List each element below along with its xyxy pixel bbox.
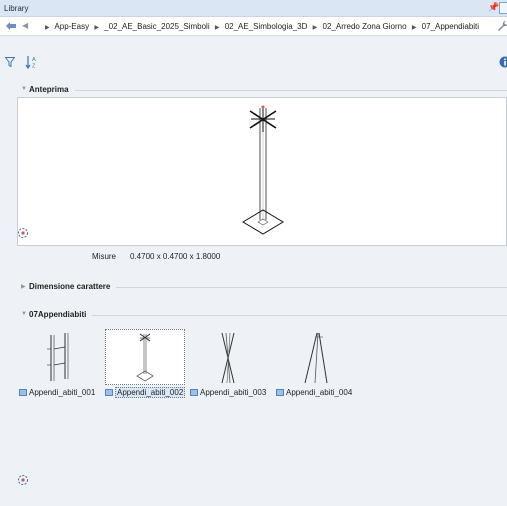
- chevron-right-icon: ▶: [411, 25, 417, 31]
- section-size-label: Dimensione carattere: [29, 282, 117, 291]
- back-arrow-icon[interactable]: [5, 21, 17, 31]
- item-thumbnail-3[interactable]: [190, 329, 270, 385]
- expand-arrow-icon[interactable]: ▶: [21, 283, 26, 290]
- item-thumbnail-2[interactable]: [105, 329, 185, 385]
- section-divider: [29, 90, 507, 91]
- window-title: Library: [4, 4, 29, 13]
- part-icon: [190, 389, 198, 396]
- tripod-stand-preview: [304, 332, 328, 384]
- svg-text:Z: Z: [32, 64, 36, 70]
- svg-text:A: A: [32, 57, 36, 63]
- item-name: Appendi_abiti_004: [286, 388, 353, 397]
- section-preview-label: Anteprima: [29, 85, 75, 94]
- item-thumbnail-1[interactable]: [19, 329, 99, 385]
- sort-az-icon[interactable]: A Z: [25, 55, 39, 69]
- item-label-2[interactable]: Appendi_abiti_002: [105, 387, 186, 400]
- crumb-1[interactable]: _02_AE_Basic_2025_Simboli: [104, 22, 209, 31]
- crumb-3[interactable]: 02_Arredo Zona Giorno: [323, 22, 407, 31]
- chevron-right-icon: ▶: [45, 25, 50, 31]
- tripod-stand-preview: [221, 332, 235, 384]
- item-label-4[interactable]: Appendi_abiti_004: [276, 388, 352, 400]
- item-label-1[interactable]: Appendi_abiti_001: [19, 388, 95, 400]
- filter-icon[interactable]: [5, 57, 15, 67]
- wrench-icon[interactable]: [497, 20, 507, 32]
- pin-icon[interactable]: 📌: [488, 2, 499, 13]
- item-thumbnail-4[interactable]: [279, 329, 359, 385]
- collapse-arrow-icon[interactable]: ▼: [21, 311, 27, 317]
- part-icon: [105, 389, 113, 396]
- item-name: Appendi_abiti_001: [29, 388, 96, 397]
- section-preview[interactable]: ▼ Anteprima: [0, 84, 507, 96]
- library-toolbar: A Z: [0, 54, 507, 71]
- chevron-right-icon: ▶: [214, 25, 220, 31]
- measure-label: Misure: [92, 252, 117, 261]
- part-icon: [276, 389, 284, 396]
- chevron-right-icon: ▶: [312, 25, 318, 31]
- section-size[interactable]: ▶ Dimensione carattere: [0, 281, 507, 293]
- measure-value: 0.4700 x 0.4700 x 1.8000: [130, 252, 221, 261]
- wall-rack-preview: [47, 333, 69, 381]
- close-button[interactable]: [499, 2, 507, 14]
- breadcrumb: ▶ App-Easy ▶ _02_AE_Basic_2025_Simboli ▶…: [42, 22, 479, 31]
- coat-stand-thumb: [136, 333, 154, 382]
- navigator-icon[interactable]: [17, 227, 29, 239]
- item-label-3[interactable]: Appendi_abiti_003: [190, 388, 266, 400]
- collapse-arrow-icon[interactable]: ▼: [21, 86, 27, 92]
- part-icon: [19, 389, 27, 396]
- crumb-2[interactable]: 02_AE_Simbologia_3D: [225, 22, 308, 31]
- section-group[interactable]: ▼ 07Appendiabiti: [0, 309, 507, 321]
- path-bar: ◀ ▶ App-Easy ▶ _02_AE_Basic_2025_Simboli…: [0, 17, 507, 36]
- coat-stand-preview: [242, 105, 284, 235]
- chevron-right-icon: ▶: [94, 25, 99, 31]
- info-icon[interactable]: [499, 56, 507, 68]
- navigator-icon[interactable]: [17, 474, 29, 486]
- section-divider: [29, 315, 507, 316]
- section-group-label: 07Appendiabiti: [29, 310, 93, 319]
- crumb-4[interactable]: 07_Appendiabiti: [422, 22, 479, 31]
- item-name: Appendi_abiti_002: [115, 387, 186, 398]
- forward-arrow-icon[interactable]: ◀: [22, 21, 28, 30]
- preview-panel: [17, 97, 507, 246]
- crumb-0[interactable]: App-Easy: [54, 22, 89, 31]
- title-bar: Library 📌: [0, 0, 507, 17]
- item-name: Appendi_abiti_003: [200, 388, 267, 397]
